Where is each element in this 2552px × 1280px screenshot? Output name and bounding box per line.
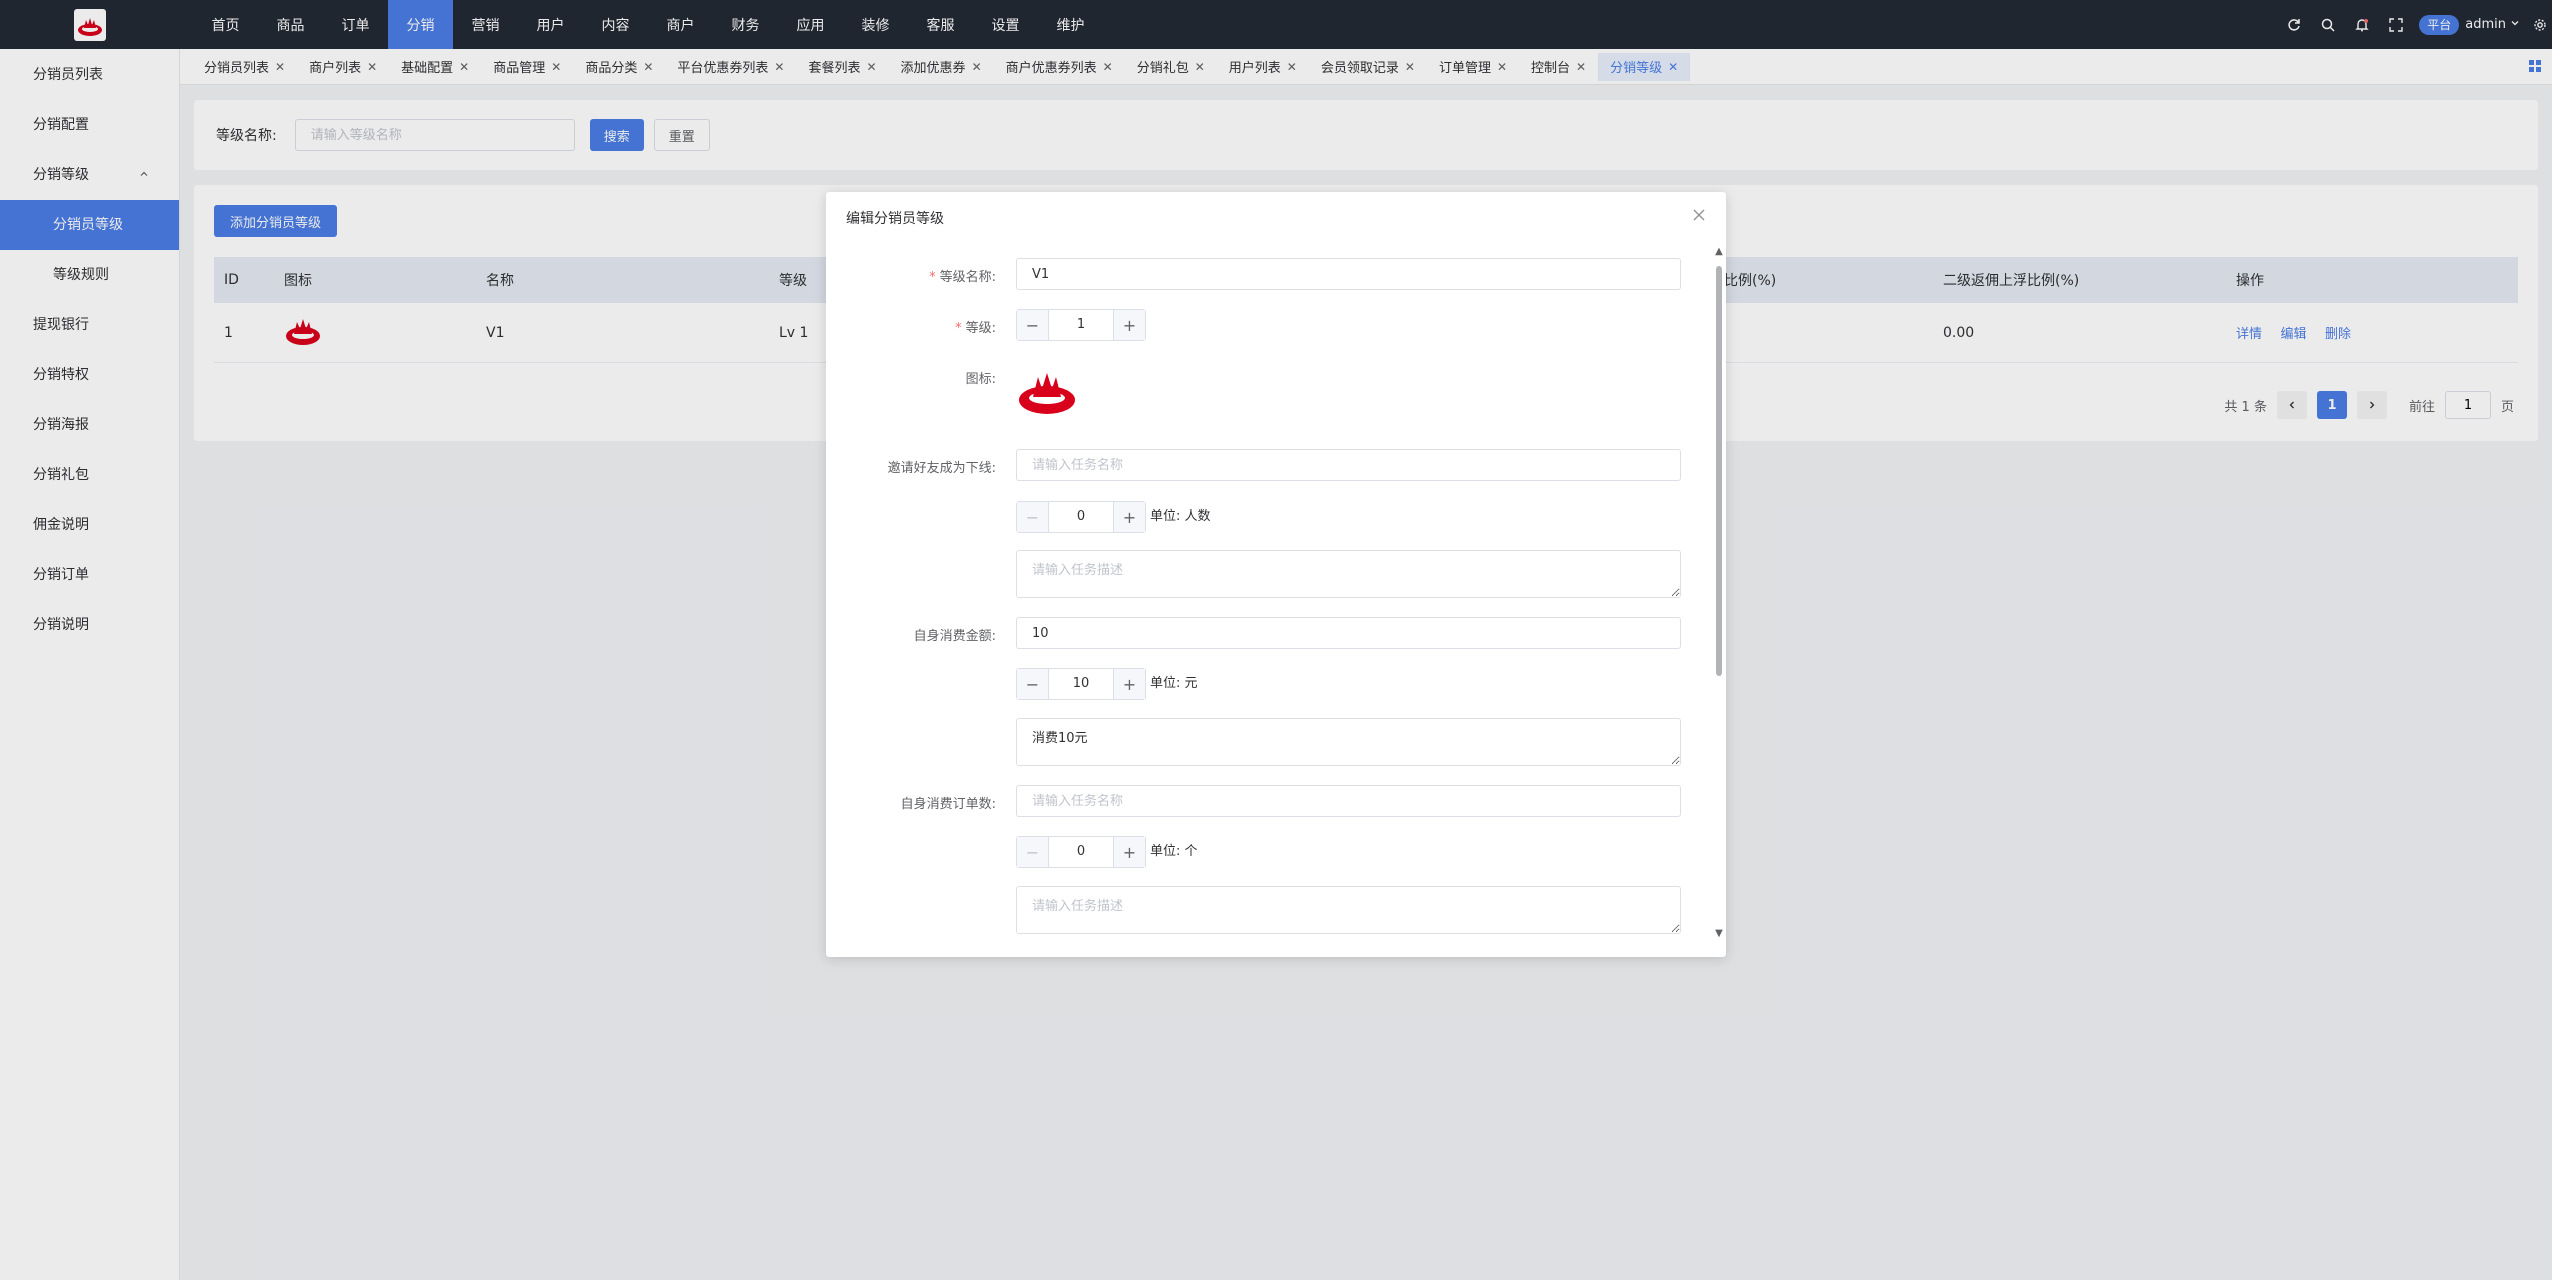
form-row-spend: 自身消费金额: [826, 617, 1706, 649]
spend-task-desc-textarea[interactable]: 消费10元 [1016, 718, 1681, 766]
level-label: * 等级: [955, 317, 996, 336]
label-text: 等级: [965, 321, 996, 336]
form-row-level: * 等级: − 1 + [826, 309, 1706, 341]
edit-level-dialog: 编辑分销员等级 *等级名称: *等级: − 1 + 图标: 邀请好友成 [826, 192, 1726, 957]
spend-amount-stepper[interactable]: − 10 + [1016, 668, 1146, 700]
orders-label: 自身消费订单数: [900, 797, 996, 812]
orders-unit: 单位: 个 [1150, 844, 1198, 859]
icon-label: 图标: [965, 372, 996, 387]
level-name-input[interactable] [1016, 258, 1681, 290]
icon-upload[interactable] [1016, 360, 1078, 422]
increment-button[interactable]: + [1113, 310, 1145, 340]
required-mark: * [955, 321, 962, 336]
decrement-button[interactable]: − [1017, 310, 1049, 340]
scroll-down-arrow-icon[interactable]: ▼ [1714, 929, 1724, 939]
required-mark: * [929, 270, 936, 285]
scroll-up-arrow-icon[interactable]: ▲ [1714, 247, 1724, 257]
orders-task-name-input[interactable] [1016, 785, 1681, 817]
invite-task-desc-textarea[interactable] [1016, 550, 1681, 598]
increment-button[interactable]: + [1113, 502, 1145, 532]
invite-count-stepper[interactable]: − 0 + [1016, 501, 1146, 533]
form-row-invite-count: − 0 + 单位: 人数 [826, 501, 1706, 533]
orders-count-stepper[interactable]: − 0 + [1016, 836, 1146, 868]
scroll-thumb[interactable] [1716, 266, 1722, 676]
decrement-button[interactable]: − [1017, 669, 1049, 699]
level-name-label: * 等级名称: [929, 266, 996, 285]
decrement-button[interactable]: − [1017, 502, 1049, 532]
increment-button[interactable]: + [1113, 669, 1145, 699]
level-icon-preview [1019, 373, 1075, 414]
form-row-orders-desc [826, 886, 1706, 934]
form-row-level-name: * 等级名称: [826, 258, 1706, 290]
orders-task-desc-textarea[interactable] [1016, 886, 1681, 934]
spend-unit: 单位: 元 [1150, 676, 1198, 691]
form-row-icon: 图标: [826, 360, 1706, 422]
decrement-button[interactable]: − [1017, 837, 1049, 867]
level-stepper[interactable]: − 1 + [1016, 309, 1146, 341]
level-stepper-value[interactable]: 1 [1049, 310, 1113, 340]
form-row-invite-desc [826, 550, 1706, 598]
form-row-spend-amount: − 10 + 单位: 元 [826, 668, 1706, 700]
dialog-title: 编辑分销员等级 [846, 211, 944, 227]
invite-label: 邀请好友成为下线: [887, 461, 996, 476]
close-icon[interactable] [1692, 206, 1706, 227]
form-row-orders-count: − 0 + 单位: 个 [826, 836, 1706, 868]
label-text: 等级名称: [939, 270, 996, 285]
increment-button[interactable]: + [1113, 837, 1145, 867]
spend-label: 自身消费金额: [913, 629, 996, 644]
invite-task-name-input[interactable] [1016, 449, 1681, 481]
form-row-invite: 邀请好友成为下线: [826, 449, 1706, 481]
spend-task-name-input[interactable] [1016, 617, 1681, 649]
form-row-spend-desc: 消费10元 [826, 718, 1706, 766]
invite-unit: 单位: 人数 [1150, 509, 1211, 524]
dialog-body: *等级名称: *等级: − 1 + 图标: 邀请好友成为下线: − [826, 242, 1726, 957]
dialog-scrollbar[interactable]: ▲ ▼ [1714, 247, 1724, 948]
orders-count-value[interactable]: 0 [1049, 837, 1113, 867]
invite-count-value[interactable]: 0 [1049, 502, 1113, 532]
spend-amount-value[interactable]: 10 [1049, 669, 1113, 699]
form-row-orders: 自身消费订单数: [826, 785, 1706, 817]
